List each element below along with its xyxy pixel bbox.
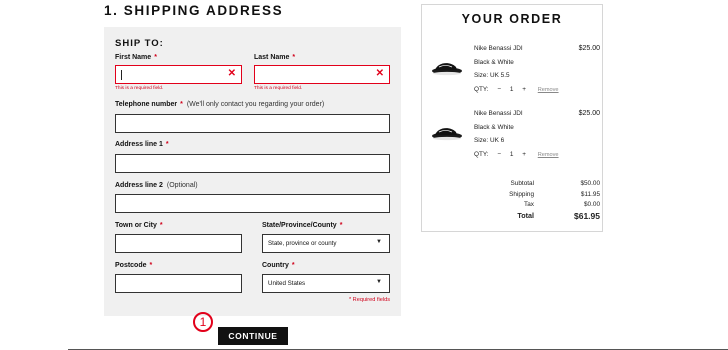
decrease-button[interactable]: −: [497, 151, 501, 158]
continue-button[interactable]: CONTINUE: [218, 327, 288, 345]
remove-link[interactable]: Remove: [538, 152, 559, 158]
tax-row: Tax $0.00: [422, 201, 602, 211]
country-select-value: United States: [268, 280, 306, 287]
first-name-field[interactable]: ✕: [115, 65, 242, 84]
shipping-row: Shipping $11.95: [422, 191, 602, 201]
state-label: State/Province/County *: [262, 222, 343, 229]
town-label: Town or City *: [115, 222, 163, 229]
address-line-2-label: Address line 2 (Optional): [115, 182, 198, 189]
close-icon[interactable]: ✕: [228, 68, 236, 79]
country-select[interactable]: United States ▼: [262, 274, 390, 293]
item-price: $25.00: [578, 45, 600, 52]
quantity-stepper: QTY: − 1 + Remove: [474, 151, 559, 158]
last-name-label: Last Name *: [254, 54, 296, 61]
item-color: Black & White: [474, 124, 514, 131]
order-item: Nike Benassi JDI Black & White Size: UK …: [422, 45, 602, 105]
ship-to-heading: SHIP TO:: [115, 38, 164, 49]
step-marker: 1: [193, 312, 213, 332]
last-name-field[interactable]: ✕: [254, 65, 390, 84]
product-image[interactable]: [430, 59, 464, 77]
qty-value: 1: [509, 151, 514, 158]
item-name[interactable]: Nike Benassi JDI: [474, 45, 523, 52]
shipping-value: $11.95: [580, 191, 600, 198]
postcode-label: Postcode *: [115, 262, 153, 269]
telephone-field[interactable]: [115, 114, 390, 133]
caret-down-icon: ▼: [376, 279, 382, 285]
item-size: Size: UK 6: [474, 137, 505, 144]
item-color: Black & White: [474, 59, 514, 66]
increase-button[interactable]: +: [522, 151, 526, 158]
qty-label: QTY:: [474, 151, 489, 158]
address-line-2-field[interactable]: [115, 194, 390, 213]
tax-value: $0.00: [584, 201, 600, 208]
order-summary: YOUR ORDER Nike Benassi JDI Black & Whit…: [421, 4, 603, 232]
section-title: 1. SHIPPING ADDRESS: [104, 3, 284, 18]
shipping-form: SHIP TO: First Name * ✕ This is a require…: [104, 27, 401, 316]
total-label: Total: [517, 211, 534, 220]
state-select-value: State, province or county: [268, 240, 337, 247]
telephone-label: Telephone number * (We'll only contact you…: [115, 101, 325, 108]
order-title: YOUR ORDER: [461, 12, 563, 26]
town-field[interactable]: [115, 234, 242, 253]
item-price: $25.00: [578, 110, 600, 117]
shipping-label: Shipping: [509, 191, 534, 198]
caret-down-icon: ▼: [376, 239, 382, 245]
address-line-1-label: Address line 1 *: [115, 141, 169, 148]
state-select[interactable]: State, province or county ▼: [262, 234, 390, 253]
order-item: Nike Benassi JDI Black & White Size: UK …: [422, 110, 602, 170]
total-row: Total $61.95: [422, 211, 602, 221]
required-fields-note: * Required fields: [348, 297, 390, 303]
close-icon[interactable]: ✕: [376, 68, 384, 79]
postcode-field[interactable]: [115, 274, 242, 293]
country-label: Country *: [262, 262, 295, 269]
subtotal-row: Subtotal $50.00: [422, 180, 602, 190]
item-size: Size: UK 5.5: [474, 72, 510, 79]
product-image[interactable]: [430, 124, 464, 142]
first-name-error: This is a required field.: [115, 86, 164, 91]
last-name-error: This is a required field.: [254, 86, 303, 91]
address-line-1-field[interactable]: [115, 154, 390, 173]
quantity-stepper: QTY: − 1 + Remove: [474, 86, 559, 93]
increase-button[interactable]: +: [522, 86, 526, 93]
qty-label: QTY:: [474, 86, 489, 93]
decrease-button[interactable]: −: [497, 86, 501, 93]
item-name[interactable]: Nike Benassi JDI: [474, 110, 523, 117]
remove-link[interactable]: Remove: [538, 87, 559, 93]
tax-label: Tax: [524, 201, 534, 208]
first-name-label: First Name *: [115, 54, 157, 61]
text-caret: [121, 70, 122, 80]
subtotal-label: Subtotal: [510, 180, 534, 187]
subtotal-value: $50.00: [580, 180, 600, 187]
total-value: $61.95: [574, 211, 600, 221]
qty-value: 1: [509, 86, 514, 93]
